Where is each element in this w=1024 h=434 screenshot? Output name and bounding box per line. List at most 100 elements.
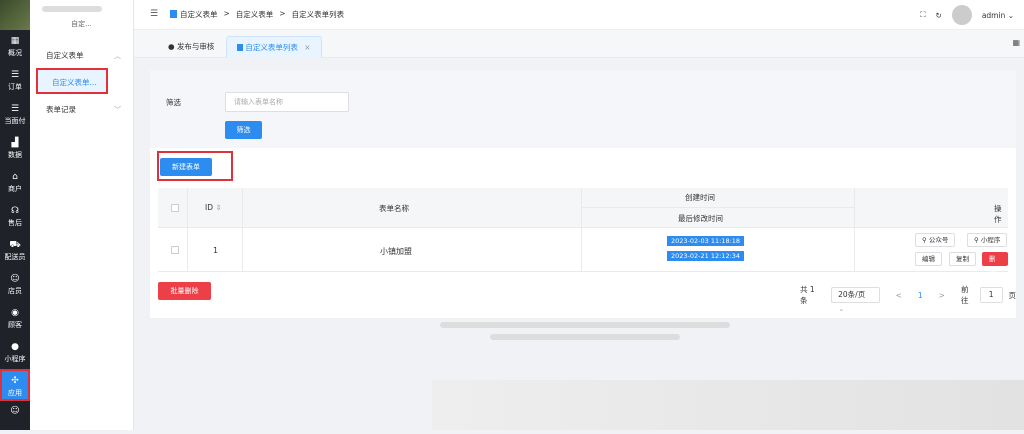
prev-page-button[interactable]: <	[896, 291, 902, 300]
filter-label: 筛选	[166, 98, 181, 107]
row-form-name: 小镇加盟	[380, 247, 412, 256]
new-form-label: 新建表单	[172, 163, 200, 171]
sidebar-item-2[interactable]: ☰ 当面付	[0, 98, 30, 132]
modified-time-badge: 2023-02-21 12:12:34	[667, 251, 745, 261]
button-label: 公众号	[928, 236, 949, 244]
blurred-footer-line	[490, 334, 680, 340]
pagination: 共 1 条 20条/页 ⌄ < 1 > 前往 1 页	[800, 284, 1017, 313]
sidebar-item-label: 订单	[8, 83, 22, 91]
column-header-created: 创建时间	[685, 193, 715, 202]
link-icon: ⚲	[974, 236, 979, 244]
link-icon: ⚲	[922, 236, 927, 244]
sidebar-item-label: 顾客	[8, 321, 22, 329]
sidebar-item-9[interactable]: ● 小程序	[0, 336, 30, 370]
top-bar: ☰ 自定义表单 > 自定义表单 > 自定义表单列表 ⛶ ↻ admin ⌄	[134, 0, 1024, 30]
form-icon	[237, 44, 243, 51]
wechat-official-button[interactable]: ⚲ 公众号	[915, 233, 956, 247]
batch-delete-label: 批量删除	[170, 287, 199, 295]
breadcrumb-label: 自定义表单	[180, 10, 218, 19]
column-divider	[581, 188, 582, 272]
goto-value: 1	[988, 290, 994, 299]
delete-button[interactable]: 删除	[982, 252, 1008, 275]
sidebar-item-7[interactable]: ☺ 店员	[0, 268, 30, 302]
tab-custom-form-list[interactable]: 自定义表单列表 ×	[226, 36, 322, 58]
row-id: 1	[213, 246, 219, 255]
list-icon: ☰	[10, 104, 20, 114]
sub-sidebar: 自定... 自定义表单 ︿ 自定义表单... 表单记录 ﹀	[30, 0, 134, 430]
avatar[interactable]	[951, 5, 972, 25]
grid-icon[interactable]: ▦	[1012, 38, 1020, 47]
select-all-checkbox[interactable]	[171, 204, 179, 212]
new-form-button[interactable]: 新建表单	[160, 158, 212, 176]
page-size-select[interactable]: 20条/页 ⌄	[831, 287, 880, 313]
chevron-down-icon: ⌄	[838, 304, 845, 313]
form-name-search-input[interactable]: 请输入表单名称	[225, 92, 349, 112]
batch-delete-button[interactable]: 批量删除	[158, 282, 211, 300]
sidebar-item-0[interactable]: ▦ 概况	[0, 30, 30, 64]
sidebar-item-3[interactable]: ▟ 数据	[0, 132, 30, 166]
sidebar-item-1[interactable]: ☰ 订单	[0, 64, 30, 98]
breadcrumb-separator: >	[223, 9, 230, 18]
brand-name: 自定...	[30, 0, 133, 28]
subnav-group-custom-form[interactable]: 自定义表单 ︿	[30, 44, 133, 68]
chevron-up-icon: ︿	[114, 52, 121, 60]
customer-icon: ◉	[11, 308, 19, 318]
wechat-icon: ●	[168, 42, 175, 51]
sidebar-item-5[interactable]: ☊ 售后	[0, 200, 30, 234]
sidebar-item-11[interactable]: ☺	[0, 400, 30, 434]
header-divider	[581, 207, 854, 208]
forms-table: ID ⇕ 表单名称 创建时间 最后修改时间 操作 1 小镇加盟 2023-02-…	[158, 188, 1008, 275]
tab-publish-review[interactable]: ● 发布与审核	[158, 36, 224, 58]
sidebar-item-label: 概况	[8, 49, 22, 57]
refresh-icon[interactable]: ↻	[936, 11, 942, 20]
page-suffix: 页	[1008, 290, 1017, 300]
sidebar-item-label: 当面付	[4, 117, 26, 125]
dashboard-icon: ▦	[10, 36, 20, 46]
user-icon: ☺	[10, 406, 20, 416]
button-label: 删除	[989, 255, 996, 275]
sidebar-item-label: 数据	[8, 151, 22, 159]
button-label: 复制	[956, 255, 969, 263]
new-form-highlight: 新建表单	[157, 151, 233, 181]
sidebar-item-8[interactable]: ◉ 顾客	[0, 302, 30, 336]
truck-icon: ⛟	[9, 240, 21, 250]
sort-icon[interactable]: ⇕	[215, 203, 221, 212]
blurred-overlay	[432, 380, 1024, 430]
user-menu[interactable]: admin ⌄	[982, 11, 1014, 20]
close-icon[interactable]: ×	[304, 43, 310, 52]
fullscreen-icon[interactable]: ⛶	[920, 10, 925, 20]
headset-icon: ☊	[11, 206, 19, 216]
column-header-id[interactable]: ID ⇕	[205, 203, 222, 212]
column-header-name: 表单名称	[379, 204, 409, 213]
sidebar-item-label: 售后	[8, 219, 22, 227]
menu-toggle-icon[interactable]: ☰	[150, 9, 158, 19]
sidebar-item-6[interactable]: ⛟ 配送员	[0, 234, 30, 268]
goto-label: 前往	[960, 285, 969, 305]
sidebar-item-label: 应用	[8, 389, 22, 397]
edit-button[interactable]: 编辑	[915, 252, 942, 266]
sidebar-item-label: 店员	[8, 287, 22, 295]
breadcrumb-item[interactable]: 自定义表单	[170, 9, 218, 20]
breadcrumb-separator: >	[279, 9, 286, 18]
chat-icon: ●	[11, 342, 19, 352]
subnav-item-custom-form[interactable]: 自定义表单...	[36, 68, 108, 94]
mini-program-button[interactable]: ⚲ 小程序	[967, 233, 1008, 247]
goto-page-input[interactable]: 1	[979, 287, 1003, 303]
breadcrumb-item[interactable]: 自定义表单	[236, 9, 274, 20]
filter-button[interactable]: 筛选	[225, 121, 262, 139]
next-page-button[interactable]: >	[939, 291, 945, 300]
copy-button[interactable]: 复制	[949, 252, 976, 266]
subnav-item-label: 自定义表单...	[52, 78, 97, 87]
page-number-current[interactable]: 1	[918, 291, 923, 300]
column-header-actions: 操作	[994, 204, 1002, 224]
chevron-down-icon: ﹀	[114, 106, 121, 114]
row-checkbox[interactable]	[171, 246, 179, 254]
column-divider	[854, 188, 855, 272]
subnav-group-records[interactable]: 表单记录 ﹀	[30, 98, 133, 122]
tab-label: 发布与审核	[176, 42, 215, 51]
sidebar-item-10[interactable]: ✣ 应用	[0, 369, 30, 401]
sidebar-item-4[interactable]: ⌂ 商户	[0, 166, 30, 200]
filter-button-label: 筛选	[236, 126, 251, 134]
column-divider	[187, 188, 188, 272]
user-icon: ☺	[10, 274, 20, 284]
